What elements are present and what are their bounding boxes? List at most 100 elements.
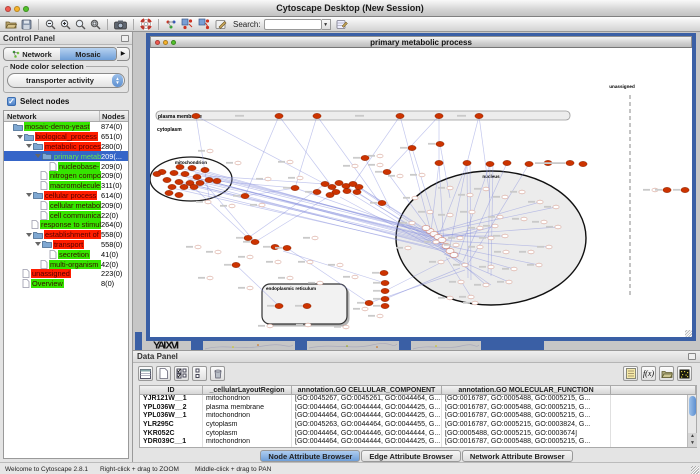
tree-row[interactable]: establishment of lo558(0): [4, 230, 128, 240]
zoom-selected-icon[interactable]: [90, 18, 101, 31]
select-attributes-icon[interactable]: [174, 366, 189, 381]
expand-triangle-icon[interactable]: [17, 135, 23, 139]
table-row[interactable]: YPL036W__1mitochondrion[GO:0044464, GO:0…: [140, 412, 696, 421]
tree-row-label[interactable]: biological_process: [35, 132, 98, 141]
resize-grip[interactable]: [691, 466, 699, 474]
tree-row-label[interactable]: Overview: [31, 279, 64, 288]
tree-row-label[interactable]: secretion: [58, 250, 90, 259]
table-header-row[interactable]: ID _cellularLayoutRegion annotation.GO C…: [140, 386, 696, 395]
tree-row-label[interactable]: nucleobase-: [58, 162, 100, 171]
table-row[interactable]: YLR295Ccytoplasm[GO:0045263, GO:0044464,…: [140, 421, 696, 430]
table-vscrollbar[interactable]: ▲▼: [687, 395, 696, 447]
expand-triangle-icon[interactable]: [26, 233, 32, 237]
network-window-titlebar[interactable]: primary metabolic process: [150, 36, 692, 48]
tab-network[interactable]: Network: [4, 48, 60, 60]
network-window-controls[interactable]: [155, 40, 176, 45]
function-icon[interactable]: f(x): [641, 366, 656, 381]
import-attributes-icon[interactable]: [659, 366, 674, 381]
expand-triangle-icon[interactable]: [35, 154, 41, 158]
float-panel-icon[interactable]: [121, 35, 129, 42]
tree-row-label[interactable]: multi-organism pro: [49, 260, 101, 269]
tree-row[interactable]: cellular metabol209(0): [4, 200, 128, 210]
table-row[interactable]: YJR121W__1mitochondrion[GO:0045267, GO:0…: [140, 395, 696, 404]
tree-row[interactable]: nitrogen compo209(0): [4, 171, 128, 181]
table-row[interactable]: YPL036W__2plasma membrane[GO:0044464, GO…: [140, 404, 696, 413]
tree-row[interactable]: multi-organism pro42(0): [4, 259, 128, 269]
tree-row-label[interactable]: cell communicat: [49, 211, 101, 220]
delete-attribute-icon[interactable]: [210, 366, 225, 381]
attribute-table[interactable]: ID _cellularLayoutRegion annotation.GO C…: [139, 385, 697, 448]
zoom-fit-icon[interactable]: [75, 18, 86, 31]
window-resize-grip[interactable]: [685, 330, 692, 337]
tree-row-count: 280(0): [101, 142, 128, 151]
table-cell: [GO:0016787, GO:0005488, GO:0005215, G..…: [442, 412, 611, 421]
open-icon[interactable]: [5, 18, 17, 31]
tree-row-count: 311(0): [101, 181, 128, 190]
network-canvas[interactable]: plasma membranecytoplasmmitochondrionnuc…: [150, 48, 692, 337]
tree-row-label[interactable]: metabolic process: [44, 142, 101, 151]
unselect-attributes-icon[interactable]: [192, 366, 207, 381]
app-title: Cytoscape Desktop (New Session): [0, 3, 700, 13]
tree-row-label[interactable]: unassigned: [31, 269, 71, 278]
tree-row-label[interactable]: response to stimulu: [40, 220, 101, 229]
tree-row[interactable]: macromolecule311(0): [4, 181, 128, 191]
attribute-list-icon[interactable]: [623, 366, 638, 381]
zoom-in-icon[interactable]: [60, 18, 71, 31]
search-input[interactable]: [264, 19, 322, 30]
node-color-dropdown[interactable]: transporter activity ▲▼: [7, 73, 125, 88]
expand-triangle-icon[interactable]: [26, 193, 32, 197]
tree-row-label[interactable]: transport: [53, 240, 84, 249]
table-row[interactable]: YDR039C__1mitochondrion[GO:0044464, GO:0…: [140, 438, 696, 447]
tree-row-label[interactable]: primary metabo: [53, 152, 101, 161]
layout-icon-2[interactable]: [198, 18, 211, 31]
tree-row[interactable]: mosaic-demo-yeast874(0): [4, 122, 128, 132]
window-controls[interactable]: [5, 6, 29, 12]
tree-row[interactable]: transport558(0): [4, 240, 128, 250]
minimize-button[interactable]: [14, 6, 20, 12]
help-ring-icon[interactable]: [140, 18, 152, 31]
snapshot-icon[interactable]: [114, 18, 127, 31]
tree-row-label[interactable]: mosaic-demo-yeast: [24, 122, 90, 131]
table-row[interactable]: YKR052Ccytoplasm[GO:0044464, GO:0044446,…: [140, 430, 696, 439]
folder-icon: [33, 231, 43, 239]
data-panel-float-icon[interactable]: [688, 353, 696, 360]
tab-mosaic[interactable]: Mosaic: [60, 48, 116, 60]
tab-edge-attribute-browser[interactable]: Edge Attribute Browser: [361, 450, 460, 462]
tree-row[interactable]: response to stimulu264(0): [4, 220, 128, 230]
annotation-icon[interactable]: [215, 18, 227, 31]
tree-row[interactable]: biological_process651(0): [4, 132, 128, 142]
tree-row-label[interactable]: cellular metabol: [49, 201, 101, 210]
tree-row[interactable]: secretion41(0): [4, 249, 128, 259]
expand-triangle-icon[interactable]: [35, 242, 41, 246]
tab-overflow-arrow[interactable]: ▶: [117, 47, 130, 61]
zoom-button[interactable]: [23, 6, 29, 12]
import-network-icon[interactable]: [165, 18, 177, 31]
tree-row[interactable]: cellular process614(0): [4, 191, 128, 201]
select-nodes-checkbox[interactable]: ✓: [7, 97, 16, 106]
tree-row-label[interactable]: nitrogen compo: [49, 171, 101, 180]
tree-row-label[interactable]: cellular process: [44, 191, 97, 200]
tab-node-attribute-browser[interactable]: Node Attribute Browser: [260, 450, 360, 462]
network-tab-icon: [12, 50, 20, 58]
tree-row[interactable]: metabolic process280(0): [4, 142, 128, 152]
close-button[interactable]: [5, 6, 11, 12]
save-icon[interactable]: [21, 18, 32, 31]
tree-row[interactable]: cell communicat22(0): [4, 210, 128, 220]
tree-row-label[interactable]: macromolecule: [49, 181, 101, 190]
search-config-icon[interactable]: [336, 18, 348, 31]
expand-triangle-icon[interactable]: [26, 144, 32, 148]
tree-row[interactable]: primary metabo209(...: [4, 151, 128, 161]
layout-icon-1[interactable]: [181, 18, 194, 31]
search-dropdown-button[interactable]: ▼: [322, 19, 331, 30]
table-icon[interactable]: [138, 366, 153, 381]
zoom-out-icon[interactable]: [45, 18, 56, 31]
folder-icon: [42, 152, 52, 160]
tab-network-attribute-browser[interactable]: Network Attribute Browser: [462, 450, 573, 462]
new-doc-icon[interactable]: [156, 366, 171, 381]
tree-row[interactable]: Overview8(0): [4, 279, 128, 289]
tree-row[interactable]: nucleobase-209(0): [4, 161, 128, 171]
folder-icon: [42, 240, 52, 248]
tree-row-label[interactable]: establishment of lo: [44, 230, 101, 239]
matrix-icon[interactable]: [677, 366, 692, 381]
tree-row[interactable]: unassigned223(0): [4, 269, 128, 279]
